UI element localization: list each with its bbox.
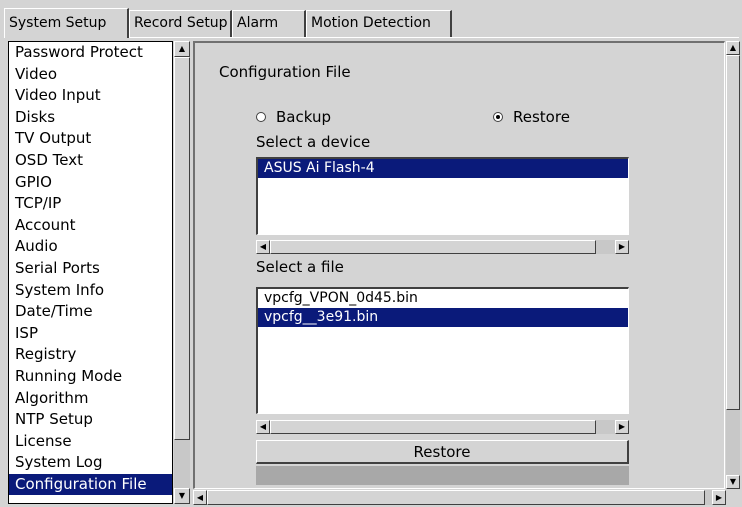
sidebar-item-isp[interactable]: ISP <box>9 323 172 345</box>
down-arrow-icon[interactable]: ▼ <box>174 488 190 504</box>
sidebar-item-date-time[interactable]: Date/Time <box>9 301 172 323</box>
restore-radio-label: Restore <box>513 108 570 126</box>
sidebar-item-account[interactable]: Account <box>9 215 172 237</box>
sidebar-item-algorithm[interactable]: Algorithm <box>9 388 172 410</box>
sidebar-item-audio[interactable]: Audio <box>9 236 172 258</box>
tab-alarm[interactable]: Alarm <box>232 10 306 37</box>
tab-motion-detection[interactable]: Motion Detection <box>306 10 452 37</box>
sidebar-item-password-protect[interactable]: Password Protect <box>9 42 172 64</box>
left-arrow-icon[interactable]: ◀ <box>193 490 207 505</box>
sidebar-item-video-input[interactable]: Video Input <box>9 85 172 107</box>
sidebar-item-video[interactable]: Video <box>9 64 172 86</box>
status-strip <box>256 466 629 485</box>
sidebar-item-disks[interactable]: Disks <box>9 107 172 129</box>
backup-radio[interactable]: Backup <box>256 108 331 126</box>
sidebar-item-system-info[interactable]: System Info <box>9 280 172 302</box>
right-arrow-icon[interactable]: ▶ <box>615 420 629 434</box>
sidebar-item-gpio[interactable]: GPIO <box>9 172 172 194</box>
file-listbox[interactable]: vpcfg_VPON_0d45.bin vpcfg__3e91.bin <box>256 287 629 414</box>
panel-vscroll-thumb[interactable] <box>726 55 740 410</box>
sidebar-item-tv-output[interactable]: TV Output <box>9 128 172 150</box>
device-hscrollbar[interactable]: ◀ ▶ <box>256 240 629 254</box>
restore-radio[interactable]: Restore <box>493 108 570 126</box>
device-hscroll-thumb[interactable] <box>270 240 596 254</box>
file-hscroll-thumb[interactable] <box>270 420 596 434</box>
up-arrow-icon[interactable]: ▲ <box>726 41 740 55</box>
sidebar-item-running-mode[interactable]: Running Mode <box>9 366 172 388</box>
panel-hscroll-thumb[interactable] <box>207 490 705 505</box>
device-listbox[interactable]: ASUS Ai Flash-4 <box>256 157 629 235</box>
sidebar-item-ntp-setup[interactable]: NTP Setup <box>9 409 172 431</box>
tab-record-setup[interactable]: Record Setup <box>129 10 232 37</box>
left-arrow-icon[interactable]: ◀ <box>256 420 270 434</box>
select-device-label: Select a device <box>256 133 371 151</box>
tab-system-setup[interactable]: System Setup <box>4 8 129 38</box>
sidebar-item-serial-ports[interactable]: Serial Ports <box>9 258 172 280</box>
list-item[interactable]: vpcfg_VPON_0d45.bin <box>258 289 628 308</box>
restore-button[interactable]: Restore <box>256 440 629 464</box>
panel-title: Configuration File <box>219 63 351 81</box>
left-arrow-icon[interactable]: ◀ <box>256 240 270 254</box>
sidebar-list[interactable]: Password Protect Video Video Input Disks… <box>8 41 173 504</box>
down-arrow-icon[interactable]: ▼ <box>726 475 740 489</box>
right-arrow-icon[interactable]: ▶ <box>615 240 629 254</box>
select-file-label: Select a file <box>256 258 344 276</box>
radio-on-icon <box>493 112 503 122</box>
sidebar-item-license[interactable]: License <box>9 431 172 453</box>
file-hscrollbar[interactable]: ◀ ▶ <box>256 420 629 434</box>
sidebar-item-osd-text[interactable]: OSD Text <box>9 150 172 172</box>
radio-off-icon <box>256 112 266 122</box>
right-arrow-icon[interactable]: ▶ <box>712 490 726 505</box>
backup-radio-label: Backup <box>276 108 331 126</box>
sidebar-item-registry[interactable]: Registry <box>9 344 172 366</box>
sidebar-item-configuration-file[interactable]: Configuration File <box>9 473 172 496</box>
up-arrow-icon[interactable]: ▲ <box>174 41 190 57</box>
list-item[interactable]: ASUS Ai Flash-4 <box>258 159 628 178</box>
sidebar-scroll-thumb[interactable] <box>174 57 190 440</box>
sidebar-item-tcp-ip[interactable]: TCP/IP <box>9 193 172 215</box>
list-item[interactable]: vpcfg__3e91.bin <box>258 308 628 327</box>
sidebar-item-system-log[interactable]: System Log <box>9 452 172 474</box>
